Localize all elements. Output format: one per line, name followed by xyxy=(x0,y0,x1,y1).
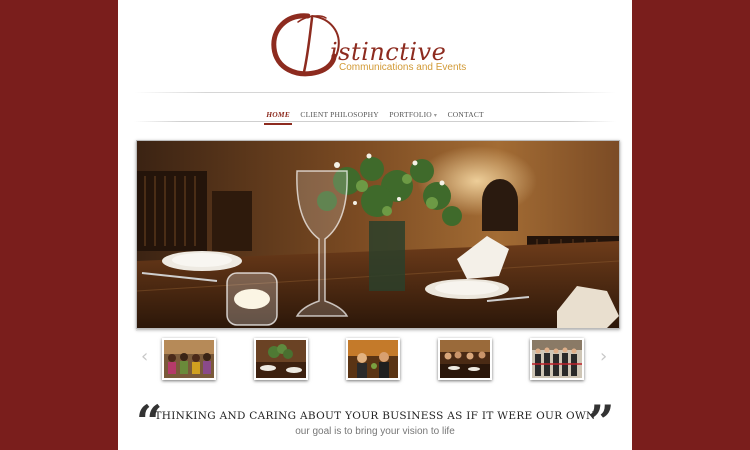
nav-item-portfolio[interactable]: PORTFOLIO ▾ xyxy=(389,110,437,119)
thumbnail-dinner-photo xyxy=(440,340,490,378)
nav-item-home[interactable]: HOME xyxy=(264,110,292,125)
open-quote-icon: “ xyxy=(136,395,163,449)
thumbnail-5[interactable] xyxy=(530,338,584,380)
thumbnail-table-photo xyxy=(256,340,306,378)
header-divider xyxy=(134,92,616,93)
thumbnail-1[interactable] xyxy=(162,338,216,380)
thumbnail-2[interactable] xyxy=(254,338,308,380)
nav-item-client-philosophy[interactable]: CLIENT PHILOSOPHY xyxy=(300,110,378,119)
carousel-divider xyxy=(136,330,618,331)
nav-item-label: HOME xyxy=(266,110,290,119)
site-logo[interactable]: istinctive Communications and Events xyxy=(268,10,488,82)
thumbnail-carousel: ‹ › xyxy=(136,330,618,390)
chevron-right-icon[interactable]: › xyxy=(600,346,607,367)
nav-item-label: PORTFOLIO xyxy=(389,110,432,119)
nav-divider xyxy=(134,121,616,122)
hero-slide-image[interactable] xyxy=(136,140,620,329)
thumbnail-3[interactable] xyxy=(346,338,400,380)
close-quote-icon: ” xyxy=(588,395,615,449)
thumbnail-ribbon-cutting-photo xyxy=(532,340,582,378)
dropdown-caret-icon: ▾ xyxy=(433,113,438,119)
nav-item-label: CONTACT xyxy=(447,110,484,119)
dining-table-photo xyxy=(137,141,619,328)
thumbnail-4[interactable] xyxy=(438,338,492,380)
chevron-left-icon[interactable]: ‹ xyxy=(141,346,148,367)
thumbnail-event-photo xyxy=(164,340,214,378)
main-navigation: HOME CLIENT PHILOSOPHY PORTFOLIO ▾ CONTAC… xyxy=(118,104,632,125)
logo-tagline: Communications and Events xyxy=(339,62,467,73)
tagline-subline: our goal is to bring your vision to life xyxy=(295,426,455,437)
page-content: istinctive Communications and Events HOM… xyxy=(118,0,632,450)
nav-item-contact[interactable]: CONTACT xyxy=(448,110,484,119)
nav-item-label: CLIENT PHILOSOPHY xyxy=(300,110,379,119)
thumbnail-party-photo xyxy=(348,340,398,378)
tagline-headline: THINKING AND CARING ABOUT YOUR BUSINESS … xyxy=(154,410,596,422)
